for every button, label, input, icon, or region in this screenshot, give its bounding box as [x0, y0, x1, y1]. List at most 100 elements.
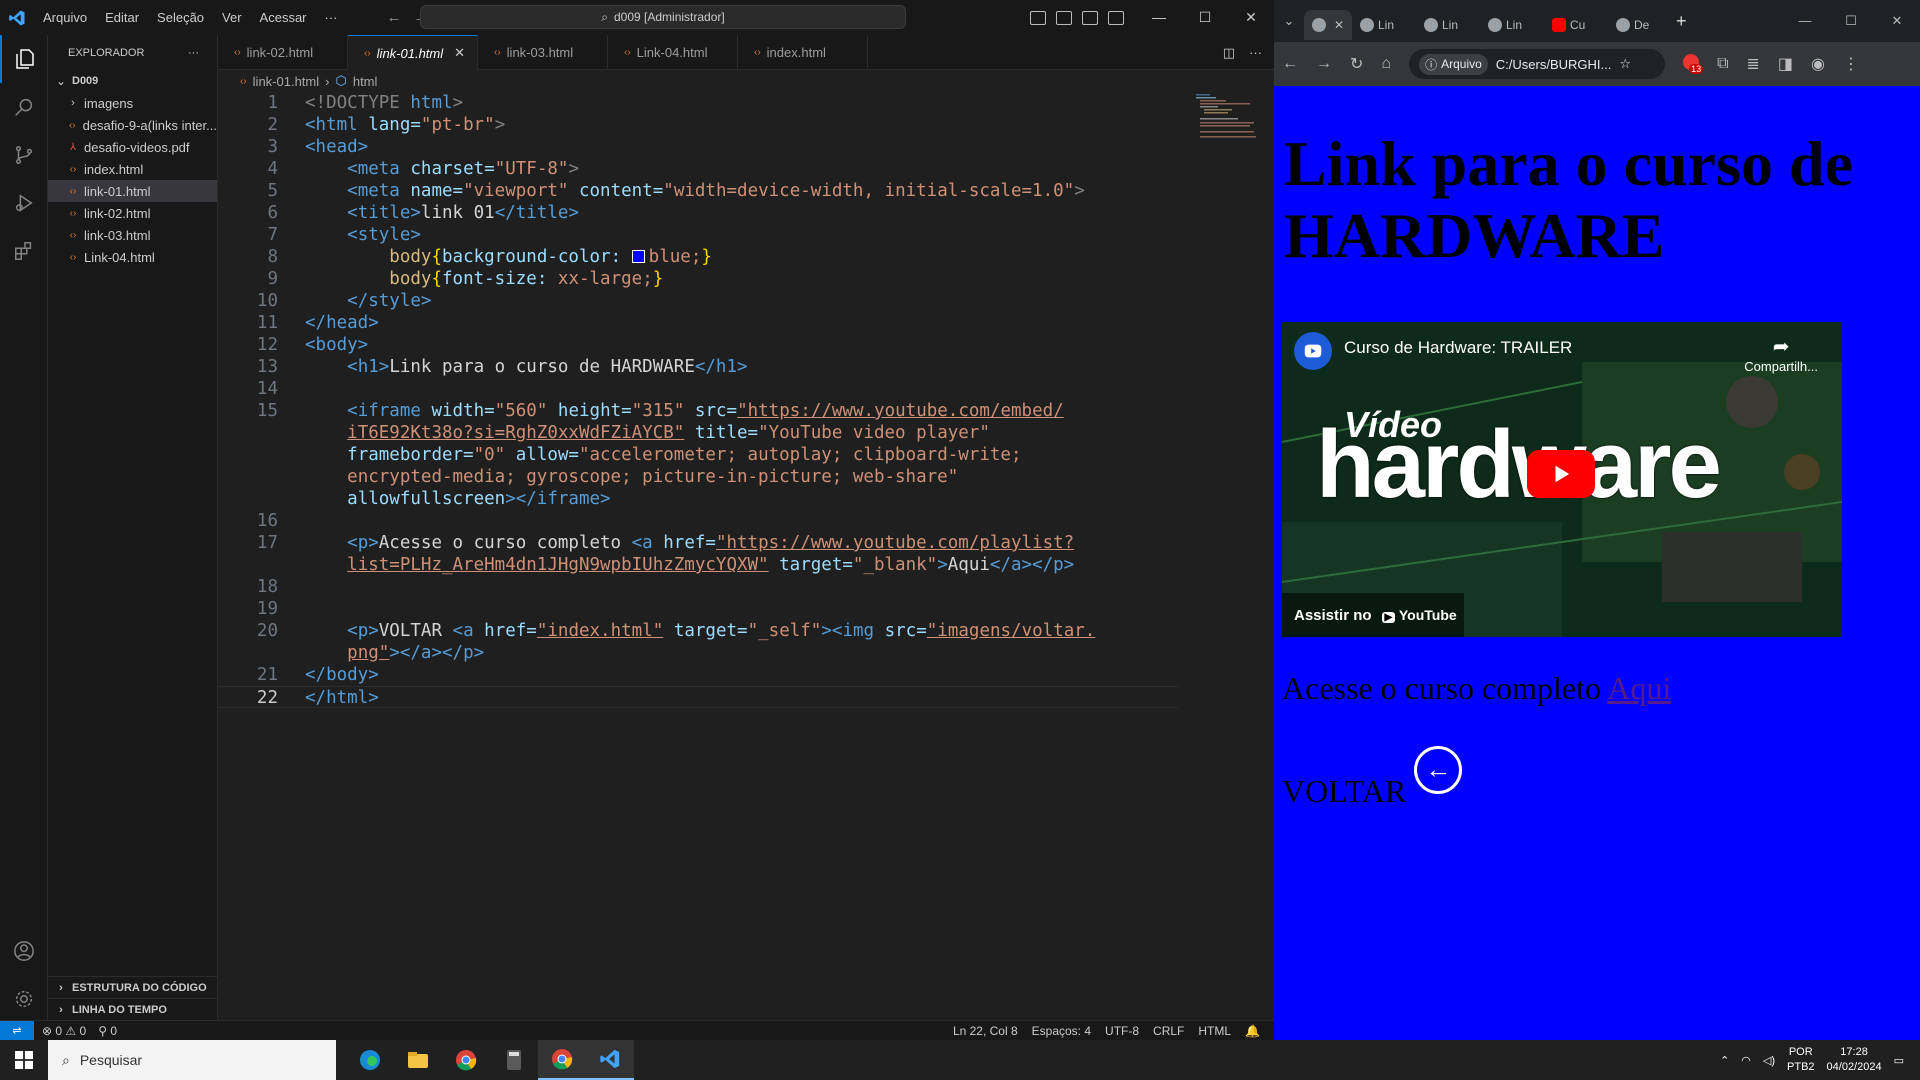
tree-item-index[interactable]: ‹› index.html — [48, 158, 217, 180]
timeline-section[interactable]: › LINHA DO TEMPO — [48, 998, 218, 1020]
encoding[interactable]: UTF-8 — [1105, 1024, 1139, 1038]
ports-indicator[interactable]: ⚲ 0 — [98, 1024, 117, 1038]
tab-link-03[interactable]: ‹› link-03.html — [478, 35, 608, 70]
notifications-bell-icon[interactable]: 🔔 — [1245, 1024, 1260, 1038]
toggle-secondary-sidebar-icon[interactable] — [1082, 10, 1098, 25]
vscode-taskbar-icon[interactable] — [586, 1040, 634, 1080]
forward-arrow-icon[interactable]: → — [1316, 55, 1332, 73]
menu-editar[interactable]: Editar — [96, 0, 148, 35]
browser-tab[interactable]: Lin — [1352, 10, 1416, 40]
problems-indicator[interactable]: ⊗ 0 ⚠ 0 — [42, 1024, 86, 1038]
extensions-icon[interactable] — [0, 227, 48, 275]
explorer-more-button[interactable]: ··· — [188, 47, 199, 59]
browser-tab-active[interactable]: ✕ — [1304, 10, 1352, 40]
course-link[interactable]: Aqui — [1607, 670, 1671, 706]
extensions-puzzle-icon[interactable]: ⧉ — [1717, 55, 1728, 73]
code-editor[interactable]: 1 <!DOCTYPE html> 2 <html lang="pt-br"> 3 <… — [218, 92, 1178, 708]
cursor-position[interactable]: Ln 22, Col 8 — [953, 1024, 1018, 1038]
explorer-icon[interactable] — [0, 35, 48, 83]
back-arrow-circle-icon[interactable]: ← — [1414, 746, 1463, 794]
breadcrumb-file[interactable]: link-01.html — [253, 74, 319, 89]
taskbar-search[interactable]: ⌕ Pesquisar — [48, 1040, 336, 1080]
browser-close-button[interactable]: ✕ — [1874, 13, 1920, 29]
browser-tab[interactable]: De — [1608, 10, 1672, 40]
tree-item-desafio-html[interactable]: ‹› desafio-9-a(links inter... — [48, 114, 217, 136]
token[interactable]: "https://www.youtube.com/playlist? — [716, 533, 1074, 553]
token[interactable]: "https://www.youtube.com/embed/ — [737, 401, 1064, 421]
file-explorer-icon[interactable] — [394, 1040, 442, 1080]
indentation[interactable]: Espaços: 4 — [1032, 1024, 1091, 1038]
windows-start-icon[interactable] — [0, 1040, 48, 1080]
settings-gear-icon[interactable] — [0, 975, 48, 1023]
bookmark-star-icon[interactable]: ☆ — [1619, 56, 1631, 72]
toggle-panel-icon[interactable] — [1056, 10, 1072, 25]
reload-icon[interactable]: ↻ — [1350, 54, 1363, 74]
minimize-button[interactable]: — — [1136, 0, 1182, 35]
chevron-up-icon[interactable]: ⌃ — [1720, 1054, 1729, 1067]
token[interactable]: iT6E92Kt38o?si=RghZ0xxWdFZiAYCB" — [347, 423, 684, 443]
outline-section[interactable]: › ESTRUTURA DO CÓDIGO — [48, 976, 218, 998]
workspace-folder[interactable]: ⌄ D009 — [48, 70, 217, 92]
youtube-embed[interactable]: Vídeo hardware Curso de Hardware: TRAILE… — [1282, 322, 1842, 637]
address-bar[interactable]: ⓘ Arquivo C:/Users/BURGHI... ☆ — [1409, 49, 1666, 79]
input-language[interactable]: POR PTB2 — [1787, 1045, 1815, 1075]
split-editor-icon[interactable]: ◫ — [1223, 45, 1235, 61]
remote-indicator-icon[interactable]: ⇌ — [0, 1020, 34, 1041]
tab-search-chevron-icon[interactable]: ⌄ — [1274, 13, 1304, 29]
home-icon[interactable]: ⌂ — [1381, 55, 1391, 73]
run-debug-icon[interactable] — [0, 179, 48, 227]
back-arrow-icon[interactable]: ← — [1282, 55, 1298, 73]
volume-icon[interactable]: ◁) — [1763, 1054, 1775, 1067]
language-mode[interactable]: HTML — [1198, 1024, 1231, 1038]
color-swatch[interactable] — [631, 250, 645, 263]
browser-maximize-button[interactable]: ☐ — [1828, 13, 1874, 29]
token[interactable]: "index.html" — [537, 621, 663, 641]
tree-item-desafio-pdf[interactable]: ⅄ desafio-videos.pdf — [48, 136, 217, 158]
tree-item-link-02[interactable]: ‹› link-02.html — [48, 202, 217, 224]
side-panel-icon[interactable]: ◨ — [1778, 54, 1793, 74]
toggle-primary-sidebar-icon[interactable] — [1030, 10, 1046, 25]
watch-on-youtube-button[interactable]: Assistir no ▶ YouTube — [1282, 593, 1464, 637]
tab-index[interactable]: ‹› index.html — [738, 35, 868, 70]
close-button[interactable]: ✕ — [1228, 0, 1274, 35]
token[interactable]: png" — [347, 643, 389, 663]
source-control-icon[interactable] — [0, 131, 48, 179]
share-button[interactable]: ➦ Compartilh... — [1744, 334, 1818, 374]
tab-link-01[interactable]: ‹› link-01.html ✕ — [348, 35, 478, 70]
end-of-line[interactable]: CRLF — [1153, 1024, 1184, 1038]
close-tab-icon[interactable]: ✕ — [1334, 18, 1344, 32]
tree-item-link-01[interactable]: ‹› link-01.html — [48, 180, 217, 202]
browser-tab[interactable]: Lin — [1416, 10, 1480, 40]
video-title[interactable]: Curso de Hardware: TRAILER — [1344, 338, 1572, 358]
media-queue-icon[interactable]: ≣ — [1747, 54, 1760, 74]
play-button-icon[interactable] — [1527, 450, 1595, 498]
customize-layout-icon[interactable] — [1108, 10, 1124, 25]
breadcrumb-node[interactable]: html — [353, 74, 378, 89]
site-info-chip[interactable]: ⓘ Arquivo — [1419, 53, 1488, 75]
chrome-active-icon[interactable] — [538, 1040, 586, 1080]
menu-more[interactable]: ··· — [316, 0, 347, 35]
wifi-icon[interactable]: ◠ — [1741, 1054, 1751, 1067]
tree-item-link-03[interactable]: ‹› link-03.html — [48, 224, 217, 246]
browser-tab[interactable]: Lin — [1480, 10, 1544, 40]
menu-selecao[interactable]: Seleção — [148, 0, 213, 35]
browser-minimize-button[interactable]: — — [1782, 13, 1828, 29]
account-icon[interactable] — [0, 927, 48, 975]
close-tab-icon[interactable]: ✕ — [454, 45, 465, 61]
edge-icon[interactable] — [346, 1040, 394, 1080]
search-icon[interactable] — [0, 83, 48, 131]
browser-tab-youtube[interactable]: Cu — [1544, 10, 1608, 40]
token[interactable]: "imagens/voltar. — [927, 621, 1096, 641]
extension-badge-icon[interactable]: 13 — [1683, 53, 1704, 75]
menu-ver[interactable]: Ver — [213, 0, 251, 35]
tree-item-imagens[interactable]: › imagens — [48, 92, 217, 114]
browser-menu-icon[interactable]: ⋮ — [1843, 54, 1859, 74]
more-actions-icon[interactable]: ··· — [1249, 45, 1262, 60]
command-center[interactable]: ⌕ d009 [Administrador] — [420, 5, 906, 29]
chrome-icon[interactable] — [442, 1040, 490, 1080]
profile-avatar-icon[interactable]: ◉ — [1811, 54, 1825, 74]
clock[interactable]: 17:28 04/02/2024 — [1827, 1045, 1882, 1075]
token[interactable]: list=PLHz_AreHm4dn1JHgN9wpbIUhzZmycYQXW" — [347, 555, 768, 575]
maximize-button[interactable]: ☐ — [1182, 0, 1228, 35]
tab-link-04[interactable]: ‹› Link-04.html — [608, 35, 738, 70]
